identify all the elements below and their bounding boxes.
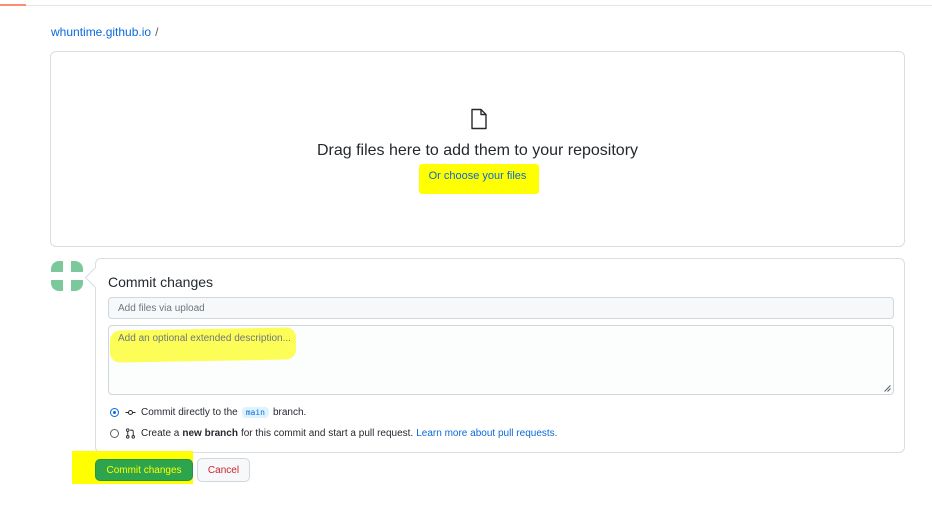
new-branch-prefix: Create a xyxy=(141,428,180,439)
active-tab-underline xyxy=(0,4,26,6)
commit-summary-input[interactable] xyxy=(108,297,894,319)
git-pull-request-icon xyxy=(126,428,135,439)
branch-name: main xyxy=(241,407,269,418)
breadcrumb: whuntime.github.io / xyxy=(51,25,158,39)
top-border xyxy=(0,0,932,6)
commit-direct-label: Commit directly to the xyxy=(141,407,238,418)
git-commit-icon xyxy=(125,409,136,416)
commit-changes-button[interactable]: Commit changes xyxy=(95,459,193,481)
cancel-button[interactable]: Cancel xyxy=(197,458,250,482)
commit-description-input[interactable] xyxy=(108,325,894,395)
avatar xyxy=(51,261,83,291)
new-branch-radio[interactable] xyxy=(110,429,119,438)
file-dropzone[interactable]: Drag files here to add them to your repo… xyxy=(50,51,905,247)
commit-direct-radio[interactable] xyxy=(110,408,119,417)
commit-direct-option[interactable]: Commit directly to the main branch. xyxy=(110,407,306,418)
new-branch-option[interactable]: Create a new branch for this commit and … xyxy=(110,428,557,439)
learn-more-link[interactable]: Learn more about pull requests. xyxy=(416,428,557,439)
repo-link[interactable]: whuntime.github.io xyxy=(51,25,151,39)
choose-files-link[interactable]: Or choose your files xyxy=(51,170,904,182)
commit-direct-suffix: branch. xyxy=(272,407,307,418)
resize-handle-icon[interactable] xyxy=(884,385,891,392)
description-wrapper xyxy=(108,325,894,395)
breadcrumb-separator: / xyxy=(155,25,159,39)
commit-form: Commit changes Commit directly to the ma… xyxy=(95,258,905,453)
file-icon xyxy=(471,108,487,130)
commit-form-title: Commit changes xyxy=(108,274,214,290)
dropzone-title: Drag files here to add them to your repo… xyxy=(316,142,639,159)
new-branch-suffix: for this commit and start a pull request… xyxy=(240,428,414,439)
new-branch-bold: new branch xyxy=(182,428,238,439)
